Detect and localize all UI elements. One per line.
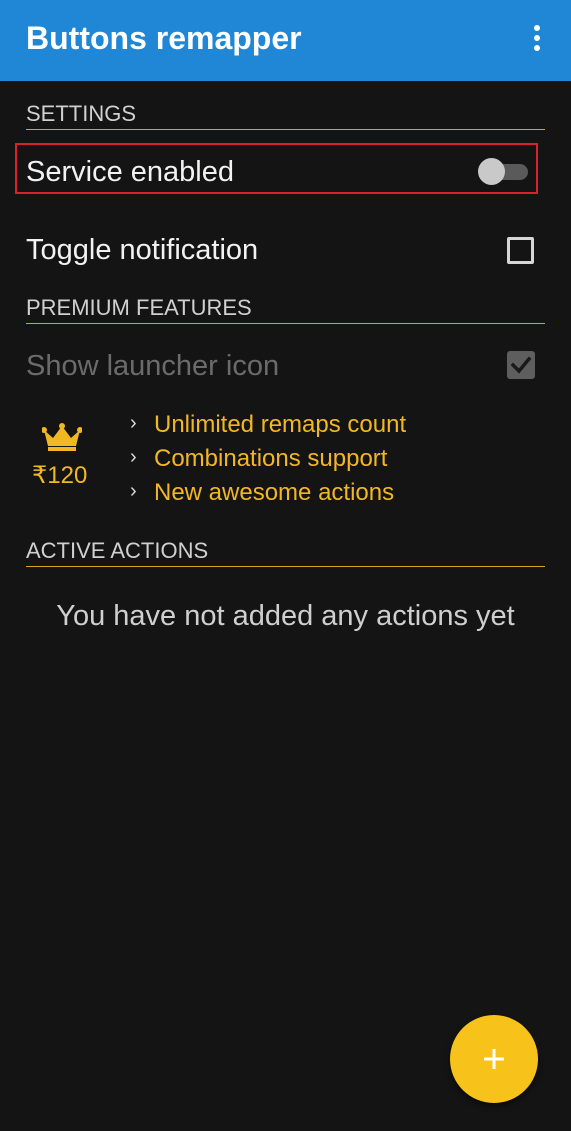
feature-text: New awesome actions <box>154 479 395 506</box>
chevron-right-icon: › <box>130 446 137 468</box>
premium-divider <box>26 323 545 324</box>
feature-item: › Unlimited remaps count <box>130 408 540 442</box>
show-launcher-icon-checkbox <box>507 351 535 379</box>
premium-feature-list: › Unlimited remaps count › Combinations … <box>130 408 540 510</box>
service-enabled-label: Service enabled <box>26 156 234 188</box>
app-title: Buttons remapper <box>26 20 302 56</box>
toggle-notification-label[interactable]: Toggle notification <box>26 232 258 268</box>
active-actions-header: ACTIVE ACTIONS <box>26 538 209 563</box>
chevron-right-icon: › <box>130 480 137 502</box>
feature-text: Combinations support <box>154 445 388 472</box>
show-launcher-icon-label: Show launcher icon <box>26 350 280 382</box>
switch-thumb <box>478 158 505 185</box>
active-actions-divider <box>26 566 545 567</box>
plus-icon <box>484 1049 504 1069</box>
toggle-notification-checkbox[interactable] <box>507 237 534 264</box>
more-vert-icon[interactable] <box>520 18 554 58</box>
premium-price: ₹120 <box>32 462 88 489</box>
add-action-button[interactable] <box>450 1015 538 1103</box>
feature-item: › Combinations support <box>130 442 540 476</box>
settings-header: SETTINGS <box>26 101 137 126</box>
premium-upgrade-block[interactable]: ₹120 › Unlimited remaps count › Combinat… <box>26 408 545 508</box>
feature-text: Unlimited remaps count <box>154 411 407 438</box>
chevron-right-icon: › <box>130 412 137 434</box>
premium-features-header: PREMIUM FEATURES <box>26 295 252 320</box>
settings-divider <box>26 129 545 130</box>
app-bar: Buttons remapper <box>0 0 571 81</box>
checkmark-icon <box>510 356 532 374</box>
crown-icon <box>42 423 82 451</box>
feature-item: › New awesome actions <box>130 476 540 510</box>
empty-actions-message: You have not added any actions yet <box>56 600 515 632</box>
service-enabled-switch[interactable] <box>478 158 528 185</box>
